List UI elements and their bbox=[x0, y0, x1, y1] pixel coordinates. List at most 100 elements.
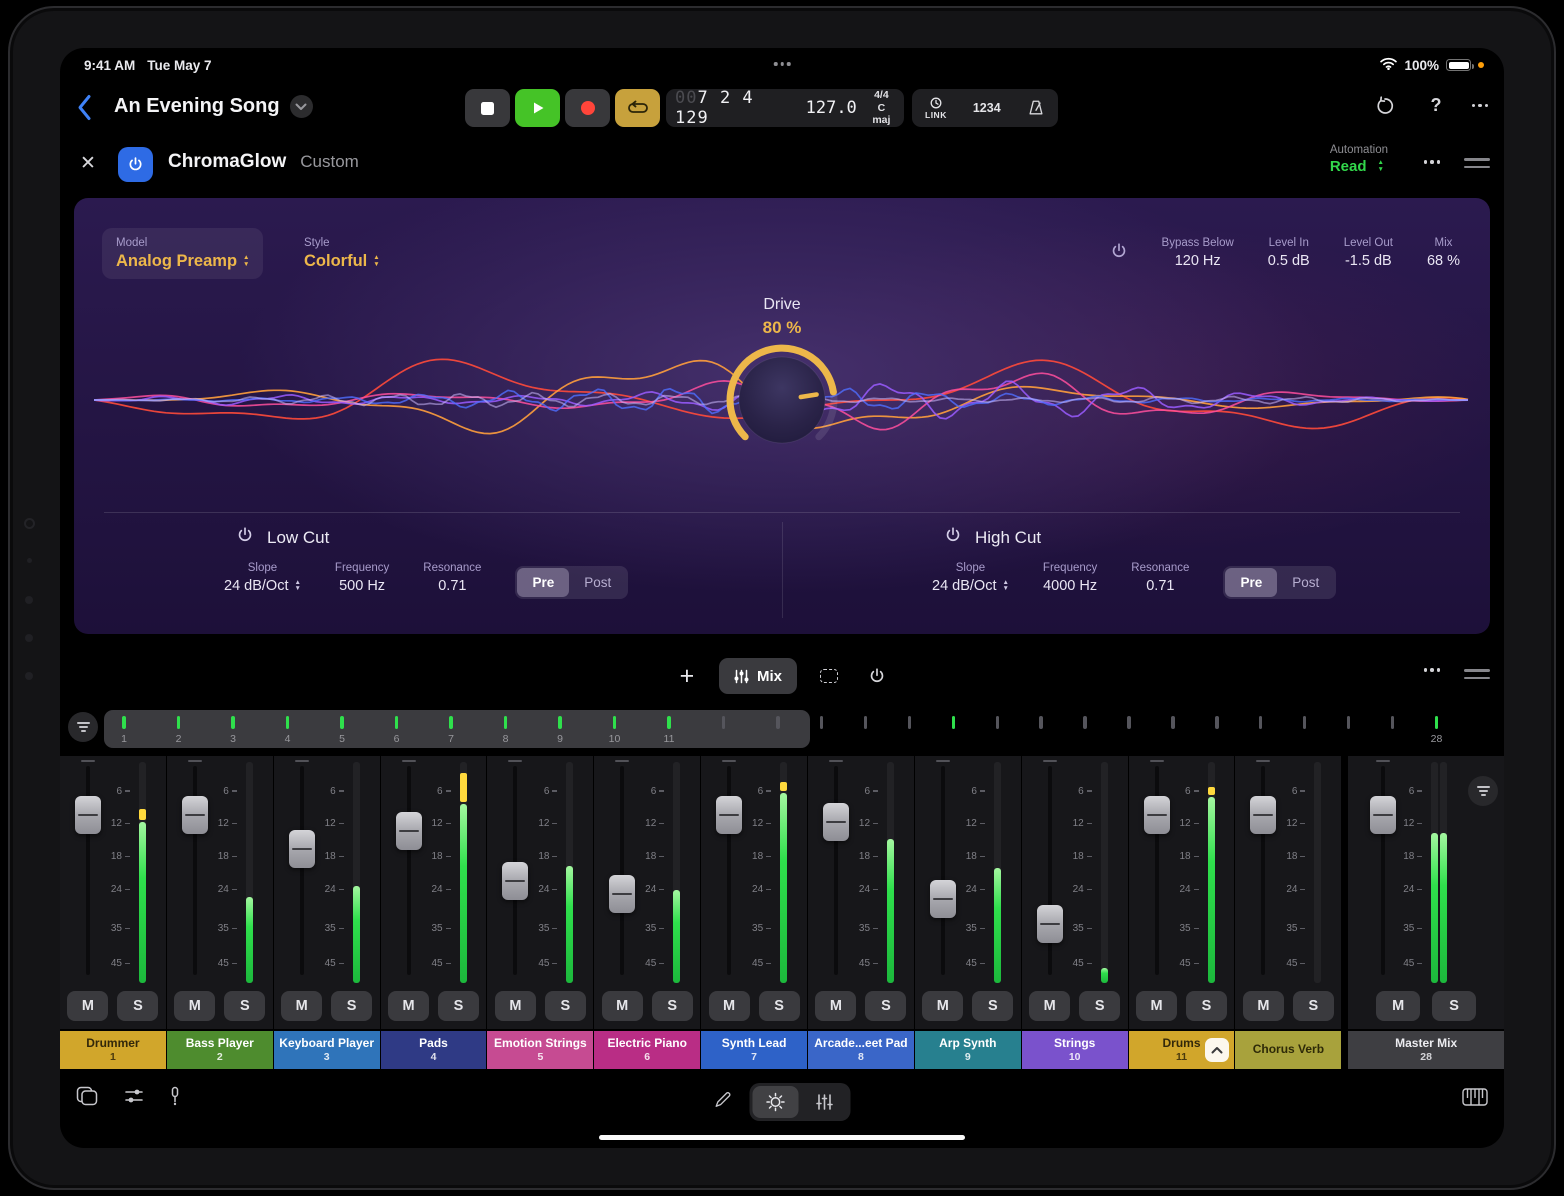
volume-fader[interactable] bbox=[1037, 905, 1063, 943]
solo-button[interactable]: S bbox=[972, 991, 1013, 1021]
plugin-power-toggle[interactable] bbox=[118, 147, 153, 182]
track-name-label[interactable]: Emotion Strings5 bbox=[487, 1031, 593, 1069]
mixer-drag-handle[interactable] bbox=[1464, 669, 1490, 679]
plugin-drag-handle[interactable] bbox=[1464, 158, 1490, 168]
overview-track-20[interactable] bbox=[1075, 710, 1095, 754]
solo-button[interactable]: S bbox=[1079, 991, 1120, 1021]
plugin-preset[interactable]: Custom bbox=[300, 152, 359, 172]
pre-option[interactable]: Pre bbox=[1225, 568, 1277, 597]
solo-button[interactable]: S bbox=[438, 991, 479, 1021]
overview-track-9[interactable]: 9 bbox=[550, 710, 570, 754]
add-track-button[interactable]: + bbox=[671, 662, 703, 691]
edit-pencil-button[interactable] bbox=[714, 1091, 732, 1114]
high-cut-resonance-control[interactable]: Resonance 0.71 bbox=[1131, 562, 1189, 594]
track-name-label[interactable]: Pads4 bbox=[381, 1031, 487, 1069]
overview-track-28[interactable]: 28 bbox=[1427, 710, 1447, 754]
mute-button[interactable]: M bbox=[1376, 991, 1420, 1021]
solo-button[interactable]: S bbox=[865, 991, 906, 1021]
mix-value[interactable]: 68 % bbox=[1427, 253, 1460, 269]
song-menu-button[interactable] bbox=[290, 95, 313, 118]
style-value[interactable]: Colorful bbox=[304, 252, 367, 271]
volume-fader[interactable] bbox=[1144, 796, 1170, 834]
track-power-button[interactable] bbox=[861, 667, 893, 685]
mix-control[interactable]: Mix 68 % bbox=[1427, 237, 1460, 269]
close-plugin-button[interactable]: ✕ bbox=[80, 152, 96, 175]
drive-knob[interactable] bbox=[720, 338, 844, 462]
volume-fader[interactable] bbox=[823, 803, 849, 841]
level-in-value[interactable]: 0.5 dB bbox=[1268, 253, 1310, 269]
mute-button[interactable]: M bbox=[1029, 991, 1070, 1021]
pre-option[interactable]: Pre bbox=[517, 568, 569, 597]
mute-button[interactable]: M bbox=[922, 991, 963, 1021]
track-name-label[interactable]: Synth Lead7 bbox=[701, 1031, 807, 1069]
overview-track-18[interactable] bbox=[988, 710, 1008, 754]
automation-control[interactable]: Automation Read ▲▼ bbox=[1330, 144, 1388, 175]
mute-button[interactable]: M bbox=[709, 991, 750, 1021]
overview-track-21[interactable] bbox=[1119, 710, 1139, 754]
link-button[interactable]: LINK bbox=[912, 89, 960, 127]
overview-track-13[interactable] bbox=[768, 710, 788, 754]
model-selector[interactable]: Model Analog Preamp ▲▼ bbox=[102, 228, 263, 279]
mute-button[interactable]: M bbox=[67, 991, 108, 1021]
track-name-label[interactable]: Electric Piano6 bbox=[594, 1031, 700, 1069]
overview-track-3[interactable]: 3 bbox=[223, 710, 243, 754]
solo-button[interactable]: S bbox=[1186, 991, 1227, 1021]
metronome-button[interactable] bbox=[1014, 89, 1058, 127]
volume-fader[interactable] bbox=[716, 796, 742, 834]
volume-fader[interactable] bbox=[930, 880, 956, 918]
track-name-label[interactable]: Arp Synth9 bbox=[915, 1031, 1021, 1069]
overview-track-23[interactable] bbox=[1207, 710, 1227, 754]
overview-track-26[interactable] bbox=[1339, 710, 1359, 754]
count-in-button[interactable]: 1234 bbox=[960, 89, 1014, 127]
overview-track-2[interactable]: 2 bbox=[169, 710, 189, 754]
level-out-value[interactable]: -1.5 dB bbox=[1344, 253, 1393, 269]
help-button[interactable]: ? bbox=[1431, 95, 1442, 116]
mix-view-button[interactable]: Mix bbox=[719, 658, 797, 694]
solo-button[interactable]: S bbox=[759, 991, 800, 1021]
stack-collapse-button[interactable] bbox=[1205, 1038, 1229, 1062]
low-cut-frequency-control[interactable]: Frequency 500 Hz bbox=[335, 562, 389, 594]
solo-button[interactable]: S bbox=[652, 991, 693, 1021]
stop-button[interactable] bbox=[465, 89, 510, 127]
overview-track-14[interactable] bbox=[812, 710, 832, 754]
overview-track-1[interactable]: 1 bbox=[114, 710, 134, 754]
high-cut-frequency-control[interactable]: Frequency 4000 Hz bbox=[1043, 562, 1097, 594]
overview-track-11[interactable]: 11 bbox=[659, 710, 679, 754]
volume-fader[interactable] bbox=[396, 812, 422, 850]
mute-button[interactable]: M bbox=[602, 991, 643, 1021]
track-name-label[interactable]: Drums11 bbox=[1129, 1031, 1235, 1069]
history-undo-button[interactable] bbox=[1369, 96, 1401, 116]
overview-track-27[interactable] bbox=[1383, 710, 1403, 754]
volume-fader[interactable] bbox=[502, 862, 528, 900]
play-button[interactable] bbox=[515, 89, 560, 127]
more-options-button[interactable] bbox=[1472, 104, 1489, 108]
style-selector[interactable]: Style Colorful ▲▼ bbox=[304, 237, 380, 271]
bypass-below-value[interactable]: 120 Hz bbox=[1162, 253, 1234, 269]
browser-button[interactable] bbox=[76, 1086, 98, 1111]
volume-fader[interactable] bbox=[75, 796, 101, 834]
song-title[interactable]: An Evening Song bbox=[114, 95, 280, 118]
overview-track-25[interactable] bbox=[1295, 710, 1315, 754]
volume-fader[interactable] bbox=[182, 796, 208, 834]
low-cut-slope-control[interactable]: Slope 24 dB/Oct▲▼ bbox=[224, 562, 301, 594]
bypass-below-control[interactable]: Bypass Below 120 Hz bbox=[1162, 237, 1234, 269]
mute-button[interactable]: M bbox=[1243, 991, 1284, 1021]
automation-mode[interactable]: Read bbox=[1330, 158, 1367, 175]
track-name-label[interactable]: Master Mix28 bbox=[1348, 1031, 1504, 1069]
overview-track-12[interactable] bbox=[714, 710, 734, 754]
mute-button[interactable]: M bbox=[1136, 991, 1177, 1021]
controls-view-button[interactable] bbox=[753, 1086, 799, 1118]
overview-track-10[interactable]: 10 bbox=[605, 710, 625, 754]
overview-track-16[interactable] bbox=[900, 710, 920, 754]
record-button[interactable] bbox=[565, 89, 610, 127]
cycle-button[interactable] bbox=[615, 89, 660, 127]
overview-track-19[interactable] bbox=[1031, 710, 1051, 754]
track-name-label[interactable]: Drummer1 bbox=[60, 1031, 166, 1069]
volume-fader[interactable] bbox=[1250, 796, 1276, 834]
mute-button[interactable]: M bbox=[815, 991, 856, 1021]
solo-button[interactable]: S bbox=[331, 991, 372, 1021]
overview-track-15[interactable] bbox=[856, 710, 876, 754]
overview-track-24[interactable] bbox=[1251, 710, 1271, 754]
track-filter-button[interactable] bbox=[68, 712, 98, 742]
solo-button[interactable]: S bbox=[1293, 991, 1334, 1021]
